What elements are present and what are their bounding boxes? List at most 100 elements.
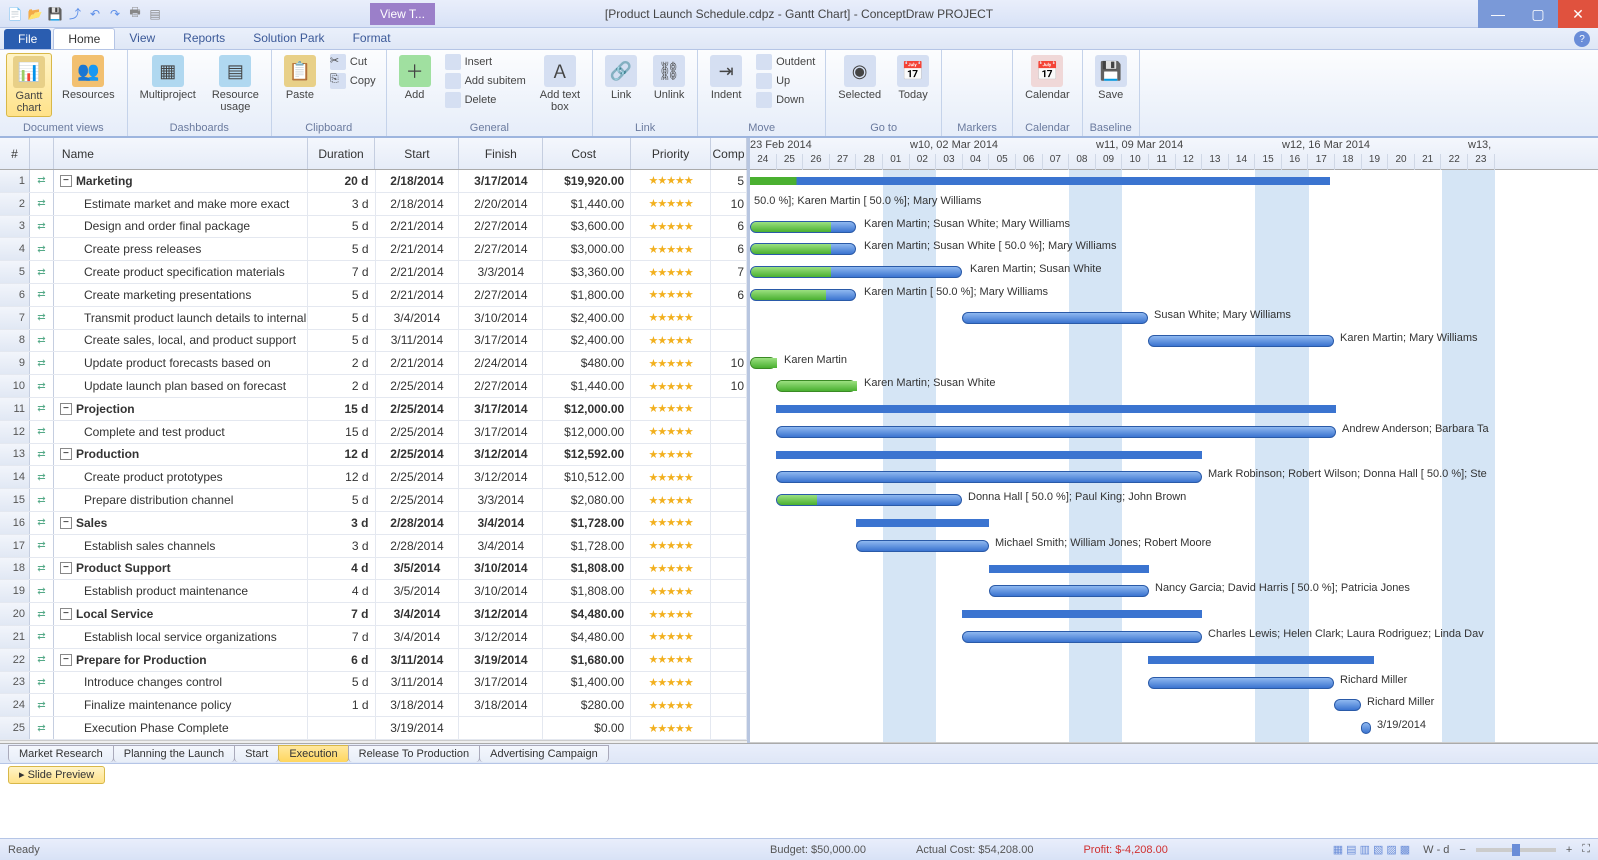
slide-preview-button[interactable]: ▸ Slide Preview — [8, 766, 105, 784]
collapse-icon[interactable]: − — [60, 448, 72, 460]
zoom-unit[interactable]: W - d — [1423, 844, 1449, 856]
table-row[interactable]: 21⇄Establish local service organizations… — [0, 626, 747, 649]
unlink-button[interactable]: ⛓Unlink — [647, 53, 691, 103]
copy-button[interactable]: ⎘Copy — [326, 72, 380, 90]
table-row[interactable]: 4⇄Create press releases5 d2/21/20142/27/… — [0, 238, 747, 261]
collapse-icon[interactable]: − — [60, 517, 72, 529]
col-indicator[interactable] — [30, 138, 54, 169]
summary-bar[interactable] — [989, 565, 1149, 573]
collapse-icon[interactable]: − — [60, 654, 72, 666]
table-row[interactable]: 19⇄Establish product maintenance4 d3/5/2… — [0, 580, 747, 603]
resources-button[interactable]: 👥Resources — [56, 53, 121, 103]
task-bar[interactable] — [750, 221, 856, 233]
task-bar[interactable] — [1334, 699, 1361, 711]
sheet-tab-execution[interactable]: Execution — [278, 745, 348, 762]
summary-bar[interactable] — [856, 519, 989, 527]
qat-redo-icon[interactable]: ↷ — [106, 5, 124, 23]
table-row[interactable]: 14⇄Create product prototypes12 d2/25/201… — [0, 466, 747, 489]
table-row[interactable]: 7⇄Transmit product launch details to int… — [0, 307, 747, 330]
qat-undo-icon[interactable]: ↶ — [86, 5, 104, 23]
gantt-chart-button[interactable]: 📊Gantt chart — [6, 53, 52, 117]
col-complete[interactable]: Comp — [711, 138, 747, 169]
col-number[interactable]: # — [0, 138, 30, 169]
table-row[interactable]: 20⇄−Local Service7 d3/4/20143/12/2014$4,… — [0, 603, 747, 626]
table-row[interactable]: 8⇄Create sales, local, and product suppo… — [0, 330, 747, 353]
qat-print-icon[interactable]: 🖶 — [126, 5, 144, 23]
sheet-tab-start[interactable]: Start — [234, 745, 279, 762]
file-tab[interactable]: File — [4, 29, 51, 49]
table-row[interactable]: 25⇄Execution Phase Complete3/19/2014$0.0… — [0, 717, 747, 740]
task-bar[interactable] — [962, 312, 1148, 324]
baseline-save-button[interactable]: 💾Save — [1089, 53, 1133, 103]
minimize-button[interactable]: — — [1478, 0, 1518, 28]
sheet-tab-advertising-campaign[interactable]: Advertising Campaign — [479, 745, 609, 762]
sheet-tab-planning-the-launch[interactable]: Planning the Launch — [113, 745, 235, 762]
table-row[interactable]: 16⇄−Sales3 d2/28/20143/4/2014$1,728.00★★… — [0, 512, 747, 535]
sheet-tab-release-to-production[interactable]: Release To Production — [348, 745, 480, 762]
table-row[interactable]: 22⇄−Prepare for Production6 d3/11/20143/… — [0, 649, 747, 672]
task-bar[interactable] — [962, 631, 1202, 643]
tab-solution-park[interactable]: Solution Park — [239, 28, 338, 49]
summary-bar[interactable] — [776, 451, 1202, 459]
table-row[interactable]: 13⇄−Production12 d2/25/20143/12/2014$12,… — [0, 444, 747, 467]
table-row[interactable]: 5⇄Create product specification materials… — [0, 261, 747, 284]
qat-open-icon[interactable]: 📂 — [26, 5, 44, 23]
table-row[interactable]: 10⇄Update launch plan based on forecast2… — [0, 375, 747, 398]
collapse-icon[interactable]: − — [60, 608, 72, 620]
qat-save-icon[interactable]: 💾 — [46, 5, 64, 23]
qat-new-icon[interactable]: 📄 — [6, 5, 24, 23]
indent-button[interactable]: ⇥Indent — [704, 53, 748, 103]
view-switcher-icons[interactable]: ▦▤▥▧▨▩ — [1333, 843, 1413, 856]
table-row[interactable]: 11⇄−Projection15 d2/25/20143/17/2014$12,… — [0, 398, 747, 421]
table-row[interactable]: 18⇄−Product Support4 d3/5/20143/10/2014$… — [0, 558, 747, 581]
summary-bar[interactable] — [1148, 656, 1374, 664]
move-down-button[interactable]: Down — [752, 91, 819, 109]
help-icon[interactable]: ? — [1574, 31, 1590, 47]
paste-button[interactable]: 📋Paste — [278, 53, 322, 103]
table-row[interactable]: 6⇄Create marketing presentations5 d2/21/… — [0, 284, 747, 307]
move-up-button[interactable]: Up — [752, 72, 819, 90]
task-bar[interactable] — [989, 585, 1149, 597]
delete-button[interactable]: Delete — [441, 91, 530, 109]
table-row[interactable]: 15⇄Prepare distribution channel5 d2/25/2… — [0, 489, 747, 512]
tab-view[interactable]: View — [115, 28, 169, 49]
add-button[interactable]: ＋Add — [393, 53, 437, 103]
table-row[interactable]: 1⇄−Marketing20 d2/18/20143/17/2014$19,92… — [0, 170, 747, 193]
tab-format[interactable]: Format — [339, 28, 405, 49]
add-text-box-button[interactable]: ＡAdd text box — [534, 53, 586, 115]
qat-preview-icon[interactable]: ▤ — [146, 5, 164, 23]
col-duration[interactable]: Duration — [308, 138, 376, 169]
col-start[interactable]: Start — [375, 138, 459, 169]
task-bar[interactable] — [776, 494, 962, 506]
task-bar[interactable] — [1148, 677, 1334, 689]
table-row[interactable]: 24⇄Finalize maintenance policy1 d3/18/20… — [0, 694, 747, 717]
col-finish[interactable]: Finish — [459, 138, 543, 169]
sheet-tab-market-research[interactable]: Market Research — [8, 745, 114, 762]
task-bar[interactable] — [750, 243, 856, 255]
tab-home[interactable]: Home — [53, 28, 115, 49]
qat-export-icon[interactable]: ⤴ — [66, 5, 84, 23]
zoom-fit-icon[interactable]: ⛶ — [1582, 843, 1590, 856]
insert-button[interactable]: Insert — [441, 53, 530, 71]
task-bar[interactable] — [750, 266, 962, 278]
task-bar[interactable] — [750, 289, 856, 301]
goto-selected-button[interactable]: ◉Selected — [832, 53, 887, 103]
gantt-bars-zone[interactable]: 50.0 %]; Karen Martin [ 50.0 %]; Mary Wi… — [750, 170, 1598, 742]
col-cost[interactable]: Cost — [543, 138, 631, 169]
close-button[interactable]: ✕ — [1558, 0, 1598, 28]
task-bar[interactable] — [776, 471, 1202, 483]
calendar-button[interactable]: 📅Calendar — [1019, 53, 1076, 103]
table-row[interactable]: 17⇄Establish sales channels3 d2/28/20143… — [0, 535, 747, 558]
table-row[interactable]: 9⇄Update product forecasts based on2 d2/… — [0, 352, 747, 375]
zoom-in-icon[interactable]: + — [1566, 844, 1572, 856]
goto-today-button[interactable]: 📅Today — [891, 53, 935, 103]
add-subitem-button[interactable]: Add subitem — [441, 72, 530, 90]
gantt-hscroll[interactable] — [750, 742, 1598, 743]
task-bar[interactable] — [776, 380, 856, 392]
summary-bar[interactable] — [776, 405, 1336, 413]
table-row[interactable]: 12⇄Complete and test product15 d2/25/201… — [0, 421, 747, 444]
col-name[interactable]: Name — [54, 138, 308, 169]
table-row[interactable]: 2⇄Estimate market and make more exact3 d… — [0, 193, 747, 216]
collapse-icon[interactable]: − — [60, 403, 72, 415]
zoom-slider[interactable] — [1476, 848, 1556, 852]
